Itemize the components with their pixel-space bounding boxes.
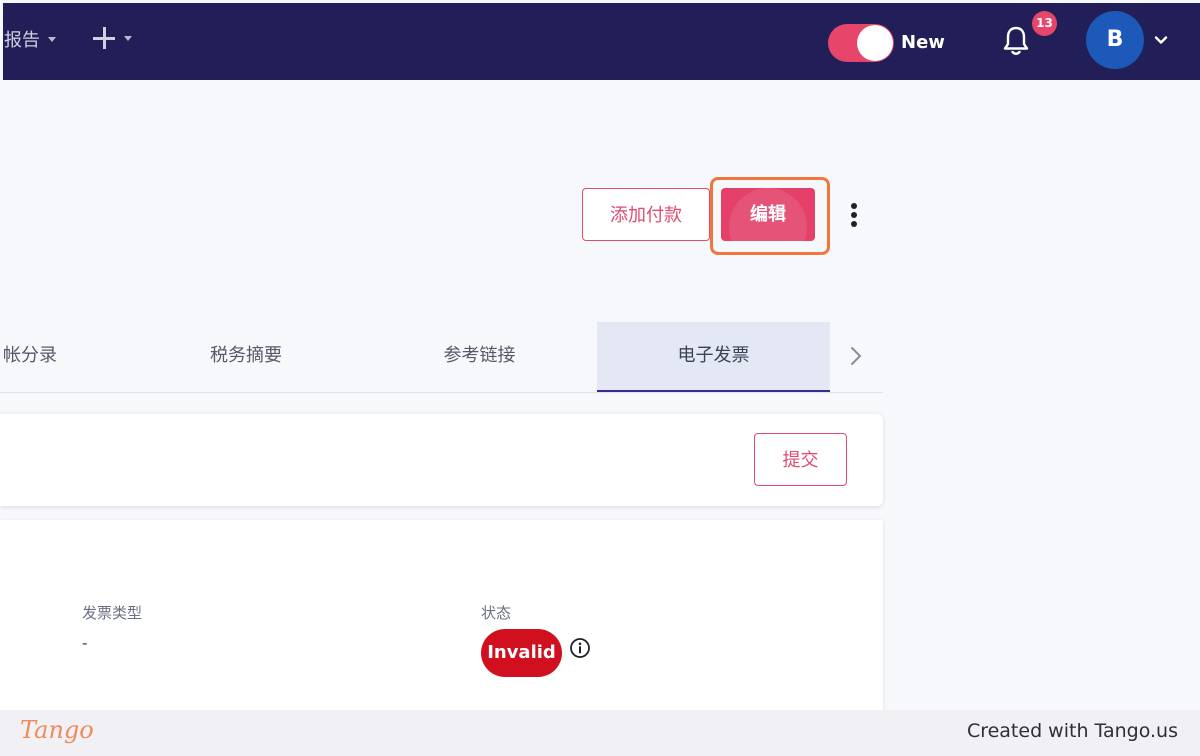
tab-e-invoice[interactable]: 电子发票 — [597, 322, 830, 392]
user-avatar[interactable]: B — [1086, 11, 1144, 69]
status-label: 状态 — [481, 604, 512, 622]
tango-logo: Tango — [20, 716, 94, 744]
invoice-type-label: 发票类型 — [82, 604, 143, 622]
tab-journal-entries[interactable]: 帐分录 — [0, 322, 96, 392]
submit-card — [0, 414, 883, 506]
new-ui-toggle[interactable] — [828, 24, 894, 62]
create-menu[interactable] — [92, 26, 132, 50]
reports-menu-label: 报告 — [4, 30, 40, 51]
edit-button[interactable]: 编辑 — [721, 188, 815, 241]
invoice-type-value: - — [82, 634, 88, 652]
tab-reference-links[interactable]: 参考链接 — [363, 322, 596, 392]
more-options-icon[interactable] — [844, 200, 864, 230]
chevron-down-icon[interactable] — [1153, 32, 1169, 48]
caret-down-icon — [48, 36, 56, 42]
toggle-knob — [857, 25, 893, 61]
tab-bar: 帐分录 税务摘要 参考链接 电子发票 — [0, 322, 883, 393]
caret-down-icon — [124, 35, 132, 41]
notification-badge: 13 — [1032, 11, 1057, 36]
submit-button[interactable]: 提交 — [754, 433, 847, 486]
reports-menu[interactable]: 报告 — [4, 26, 56, 52]
bell-icon[interactable] — [1000, 24, 1032, 58]
app-window: 报告 New 13 B 添加付款 编辑 帐分录 税务摘要 参考链接 电子发票 提… — [0, 0, 1200, 756]
created-with-text: Created with Tango.us — [966, 720, 1178, 742]
chevron-right-icon[interactable] — [846, 344, 866, 368]
toggle-label: New — [901, 32, 945, 53]
info-icon[interactable] — [569, 637, 591, 659]
plus-icon — [92, 26, 116, 50]
add-payment-button[interactable]: 添加付款 — [582, 188, 710, 241]
edit-button-label: 编辑 — [750, 204, 786, 225]
status-badge: Invalid — [481, 629, 562, 677]
tab-tax-summary[interactable]: 税务摘要 — [130, 322, 362, 392]
